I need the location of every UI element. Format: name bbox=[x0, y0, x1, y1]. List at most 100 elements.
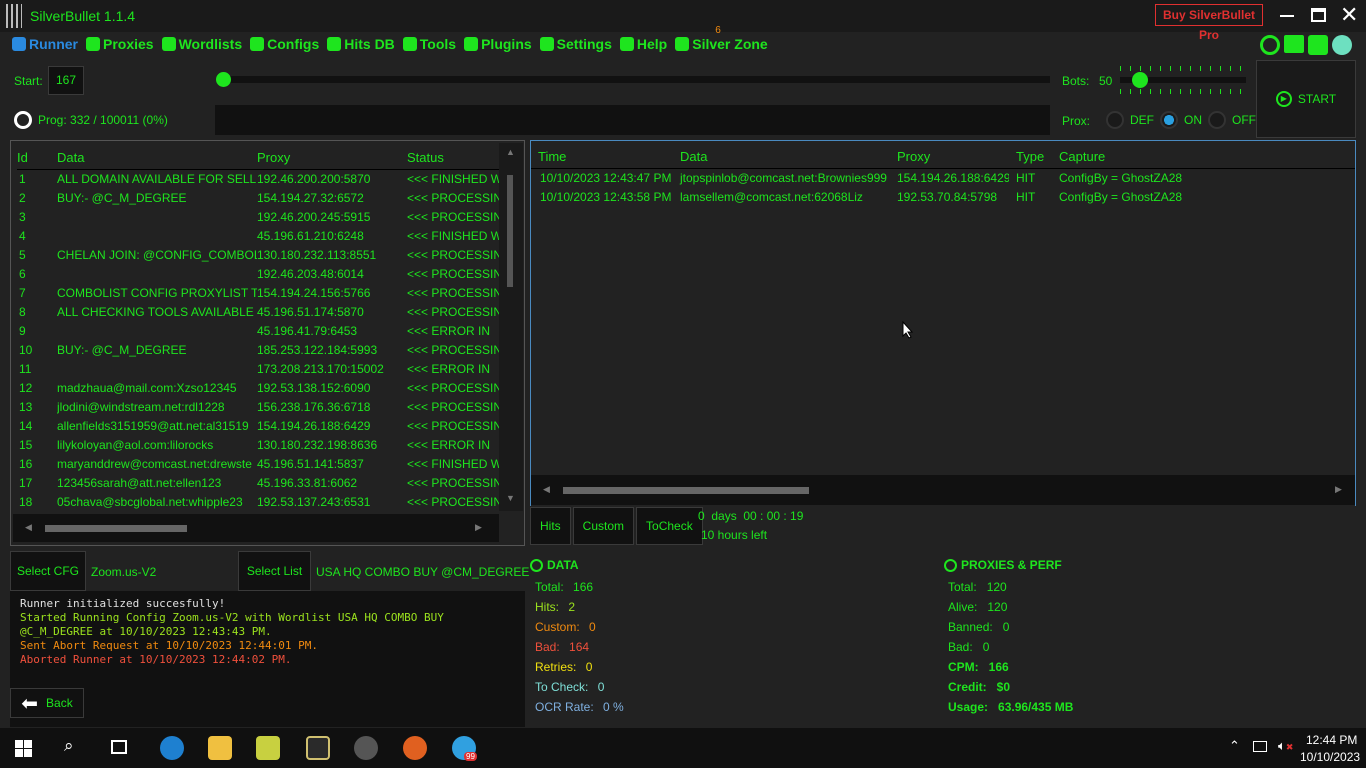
cell: jlodini@windstream.net:rdl1228 bbox=[57, 399, 225, 414]
close-button[interactable]: ✕ bbox=[1340, 2, 1358, 28]
start-slider[interactable] bbox=[216, 72, 1050, 87]
volume-muted-icon[interactable]: 🔈︎✖ bbox=[1278, 738, 1293, 754]
nav-silver-zone[interactable]: Silver Zone 6 bbox=[675, 25, 768, 52]
table-row[interactable]: 12 madzhaua@mail.com:Xzso12345 192.53.138.… bbox=[17, 378, 501, 397]
table-row[interactable]: 10 BUY:- @C_M_DEGREE 185.253.122.184:5993 <… bbox=[17, 340, 501, 359]
tab-tocheck[interactable]: ToCheck bbox=[636, 507, 703, 545]
select-list-button[interactable]: Select List bbox=[238, 551, 311, 591]
column-header[interactable]: Type bbox=[1009, 146, 1052, 169]
prox-radio-off[interactable] bbox=[1208, 111, 1226, 129]
column-header[interactable]: Proxy bbox=[257, 147, 407, 170]
silverbullet-taskbar-icon[interactable] bbox=[354, 736, 378, 760]
column-header[interactable]: Capture bbox=[1052, 146, 1355, 169]
column-header[interactable]: Status bbox=[407, 147, 501, 170]
slider-thumb[interactable] bbox=[216, 72, 231, 87]
cell: ConfigBy = GhostZA28 bbox=[1059, 170, 1183, 185]
hits-tabs: Hits Custom ToCheck bbox=[530, 507, 703, 545]
nav-proxies[interactable]: Proxies bbox=[86, 36, 154, 52]
vertical-scrollbar[interactable]: ▲ ▼ bbox=[499, 143, 523, 511]
telegram-icon[interactable] bbox=[1332, 35, 1352, 55]
windows-start-icon[interactable] bbox=[15, 740, 32, 757]
scroll-thumb[interactable] bbox=[507, 175, 513, 287]
data-stat-ocrrate: OCR Rate: 0 % bbox=[535, 697, 624, 717]
table-row[interactable]: 13 jlodini@windstream.net:rdl1228 156.238.… bbox=[17, 397, 501, 416]
bots-slider-thumb[interactable] bbox=[1132, 72, 1148, 88]
table-row[interactable]: 4 45.196.61.210:6248 <<< FINISHED W bbox=[17, 226, 501, 245]
table-row[interactable]: 6 192.46.203.48:6014 <<< PROCESSIN bbox=[17, 264, 501, 283]
buy-pro-button[interactable]: Buy SilverBullet Pro bbox=[1155, 4, 1263, 42]
table-row[interactable]: 14 allenfields3151959@att.net:al31519 154.… bbox=[17, 416, 501, 435]
cell: 16 bbox=[19, 456, 33, 471]
app-chart-icon[interactable] bbox=[256, 736, 280, 760]
table-row[interactable]: 15 lilykoloyan@aol.com:lilorocks 130.180.2… bbox=[17, 435, 501, 454]
table-row[interactable]: 16 maryanddrew@comcast.net:drewste 45.196.… bbox=[17, 454, 501, 473]
cell: <<< PROCESSIN bbox=[407, 266, 501, 281]
column-header[interactable]: Data bbox=[57, 147, 257, 170]
cell: 10 bbox=[19, 342, 33, 357]
table-row[interactable]: 2 BUY:- @C_M_DEGREE 154.194.27.32:6572 <<< … bbox=[17, 188, 501, 207]
tab-custom[interactable]: Custom bbox=[572, 507, 635, 545]
history-icon[interactable] bbox=[1260, 35, 1280, 55]
horizontal-scrollbar[interactable]: ◀ ▶ bbox=[531, 475, 1355, 505]
column-header[interactable]: Time bbox=[531, 146, 673, 169]
start-input[interactable]: 167 bbox=[48, 66, 84, 95]
horizontal-scrollbar[interactable]: ◀ ▶ bbox=[13, 514, 499, 542]
show-hidden-icons[interactable]: ⌃ bbox=[1229, 738, 1240, 754]
select-cfg-button[interactable]: Select CFG bbox=[10, 551, 86, 591]
task-view-icon[interactable] bbox=[111, 740, 127, 754]
table-row[interactable]: 7 COMBOLIST CONFIG PROXYLIST TO 154.194.24… bbox=[17, 283, 501, 302]
bots-slider[interactable] bbox=[1120, 66, 1246, 94]
clock-time[interactable]: 12:44 PM bbox=[1306, 733, 1357, 747]
hit-row[interactable]: 10/10/2023 12:43:58 PM lamsellem@comcast.… bbox=[531, 187, 1355, 206]
start-button[interactable]: ▶ START bbox=[1256, 60, 1356, 138]
file-explorer-icon[interactable] bbox=[208, 736, 232, 760]
stat-value: 63.96/435 MB bbox=[998, 700, 1074, 714]
network-icon[interactable] bbox=[1253, 741, 1267, 752]
table-row[interactable]: 18 05chava@sbcglobal.net:whipple23 192.53.… bbox=[17, 492, 501, 511]
back-button[interactable]: ⬅ Back bbox=[10, 688, 84, 718]
nav-configs[interactable]: Configs bbox=[250, 36, 319, 52]
minimize-button[interactable] bbox=[1280, 15, 1294, 17]
cell: 05chava@sbcglobal.net:whipple23 bbox=[57, 494, 243, 509]
proxy-stat-alive: Alive: 120 bbox=[948, 597, 1073, 617]
table-row[interactable]: 3 192.46.200.245:5915 <<< PROCESSIN bbox=[17, 207, 501, 226]
nav-settings[interactable]: Settings bbox=[539, 36, 612, 52]
stat-value: 120 bbox=[986, 580, 1007, 594]
maximize-button[interactable] bbox=[1311, 8, 1326, 22]
cell: ConfigBy = GhostZA28 bbox=[1059, 189, 1183, 204]
prox-radio-def[interactable] bbox=[1106, 111, 1124, 129]
scroll-thumb[interactable] bbox=[563, 487, 809, 494]
app-gauge-icon[interactable] bbox=[306, 736, 330, 760]
edge-icon[interactable] bbox=[160, 736, 184, 760]
stat-label: Alive: bbox=[948, 600, 978, 614]
camera-icon[interactable] bbox=[1284, 35, 1304, 53]
nav-wordlists[interactable]: Wordlists bbox=[161, 36, 242, 52]
table-row[interactable]: 17 123456sarah@att.net:ellen123 45.196.33.… bbox=[17, 473, 501, 492]
hit-row[interactable]: 10/10/2023 12:43:47 PM jtopspinlob@comcas… bbox=[531, 168, 1355, 187]
stat-label: Usage: bbox=[948, 700, 989, 714]
table-row[interactable]: 9 45.196.41.79:6453 <<< ERROR IN bbox=[17, 321, 501, 340]
column-header[interactable]: Data bbox=[673, 146, 890, 169]
column-header[interactable]: Proxy bbox=[890, 146, 1009, 169]
tab-hits[interactable]: Hits bbox=[530, 507, 571, 545]
search-icon[interactable]: ⌕ bbox=[64, 736, 74, 756]
discord-icon[interactable] bbox=[1308, 35, 1328, 55]
nav-tools[interactable]: Tools bbox=[402, 36, 456, 52]
nav-plugins[interactable]: Plugins bbox=[464, 36, 532, 52]
column-header[interactable]: Id bbox=[17, 147, 57, 170]
stat-value: 0 bbox=[1002, 620, 1010, 634]
table-row[interactable]: 5 CHELAN JOIN: @CONFIG_COMBOL 130.180.232.… bbox=[17, 245, 501, 264]
prox-label: Prox: bbox=[1062, 114, 1091, 128]
firefox-icon[interactable] bbox=[403, 736, 427, 760]
prox-option-label: OFF bbox=[1232, 113, 1256, 127]
nav-help[interactable]: Help bbox=[619, 36, 667, 52]
scroll-thumb[interactable] bbox=[45, 525, 187, 532]
table-row[interactable]: 1 ALL DOMAIN AVAILABLE FOR SELL 192.46.200… bbox=[17, 169, 501, 188]
table-row[interactable]: 11 173.208.213.170:15002 <<< ERROR IN bbox=[17, 359, 501, 378]
clock-date[interactable]: 10/10/2023 bbox=[1300, 750, 1360, 764]
nav-hits-db[interactable]: Hits DB bbox=[327, 36, 395, 52]
log-line: Runner initialized succesfully! bbox=[20, 597, 226, 610]
nav-runner[interactable]: Runner bbox=[12, 36, 78, 52]
prox-radio-on[interactable] bbox=[1160, 111, 1178, 129]
table-row[interactable]: 8 ALL CHECKING TOOLS AVAILABLE F 45.196.51… bbox=[17, 302, 501, 321]
